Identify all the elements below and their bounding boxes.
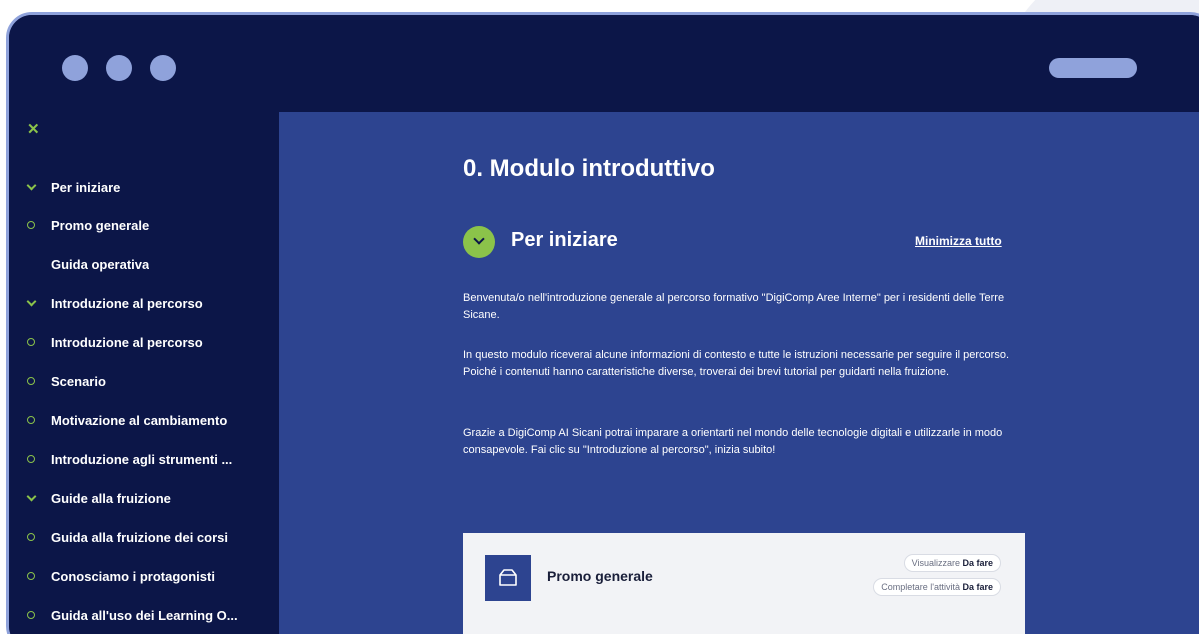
- activity-card[interactable]: Promo generale Visualizzare Da fare Comp…: [463, 533, 1025, 634]
- sidebar-item-label: Conosciamo i protagonisti: [51, 568, 215, 584]
- circle-icon: [27, 416, 43, 424]
- sidebar-item-strumenti[interactable]: Introduzione agli strumenti ...: [27, 449, 277, 469]
- sidebar-item-label: Guida all'uso dei Learning O...: [51, 607, 238, 623]
- intro-paragraph: Benvenuta/o nell'introduzione generale a…: [463, 292, 1005, 321]
- window-pill: [1049, 58, 1137, 78]
- sidebar-item-label: Introduzione al percorso: [51, 334, 203, 350]
- window-titlebar: [9, 15, 1199, 112]
- circle-icon: [27, 221, 43, 229]
- chevron-down-icon: [26, 180, 43, 190]
- view-status-badge: Visualizzare Da fare: [903, 554, 1001, 572]
- window-dot-1: [62, 55, 88, 81]
- circle-icon: [27, 338, 43, 346]
- sidebar-item-label: Guida alla fruizione dei corsi: [51, 529, 228, 545]
- close-icon[interactable]: ✕: [27, 122, 40, 138]
- intro-paragraph: In questo modulo riceverai alcune inform…: [463, 349, 1010, 378]
- sidebar-item-label: Guida operativa: [51, 256, 150, 272]
- sidebar-item-label: Introduzione al percorso: [51, 295, 203, 311]
- sidebar-item-promo-generale[interactable]: Promo generale: [27, 215, 277, 235]
- window-dot-3: [150, 55, 176, 81]
- sidebar-item-introduzione-group[interactable]: Introduzione al percorso: [26, 293, 277, 313]
- collapse-all-link[interactable]: Minimizza tutto: [915, 234, 1002, 248]
- sidebar-item-label: Per iniziare: [51, 179, 121, 195]
- sidebar-item-label: Introduzione agli strumenti ...: [51, 451, 233, 467]
- sidebar-item-label: Guide alla fruizione: [51, 490, 171, 506]
- sidebar-item-label: Motivazione al cambiamento: [51, 412, 228, 428]
- window-dot-2: [106, 55, 132, 81]
- course-sidebar: ✕ Per iniziare Promo generale Guida oper…: [9, 112, 279, 634]
- intro-paragraph: Grazie a DigiComp AI Sicani potrai impar…: [463, 427, 1003, 456]
- page-title: 0. Modulo introduttivo: [463, 155, 715, 182]
- page: ✕ Per iniziare Promo generale Guida oper…: [0, 0, 1199, 634]
- sidebar-item-label: Promo generale: [51, 217, 150, 233]
- chevron-down-icon: [26, 296, 43, 306]
- circle-icon: [27, 455, 43, 463]
- section-title[interactable]: Per iniziare: [511, 229, 618, 252]
- completion-status-badge: Completare l'attività Da fare: [873, 578, 1001, 596]
- chevron-down-icon[interactable]: [463, 226, 495, 258]
- circle-icon: [27, 533, 43, 541]
- sidebar-item-motivazione[interactable]: Motivazione al cambiamento: [27, 410, 277, 430]
- sidebar-item-protagonisti[interactable]: Conosciamo i protagonisti: [27, 566, 277, 586]
- box-icon: [485, 555, 531, 601]
- activity-title[interactable]: Promo generale: [547, 568, 653, 584]
- circle-icon: [27, 572, 43, 580]
- sidebar-item-guida-corsi[interactable]: Guida alla fruizione dei corsi: [27, 527, 277, 547]
- content-area: 0. Modulo introduttivo Per iniziare Mini…: [279, 112, 1199, 634]
- sidebar-item-per-iniziare[interactable]: Per iniziare: [26, 177, 277, 197]
- sidebar-item-scenario[interactable]: Scenario: [27, 371, 277, 391]
- circle-icon: [27, 611, 43, 619]
- circle-icon: [27, 377, 43, 385]
- sidebar-item-introduzione[interactable]: Introduzione al percorso: [27, 332, 277, 352]
- sidebar-item-label: Scenario: [51, 373, 106, 389]
- sidebar-item-learning-objects[interactable]: Guida all'uso dei Learning O...: [27, 605, 277, 625]
- browser-window: ✕ Per iniziare Promo generale Guida oper…: [6, 12, 1199, 634]
- sidebar-item-guida-operativa[interactable]: Guida operativa: [27, 254, 277, 274]
- chevron-down-icon: [26, 491, 43, 501]
- sidebar-item-guide-group[interactable]: Guide alla fruizione: [26, 488, 277, 508]
